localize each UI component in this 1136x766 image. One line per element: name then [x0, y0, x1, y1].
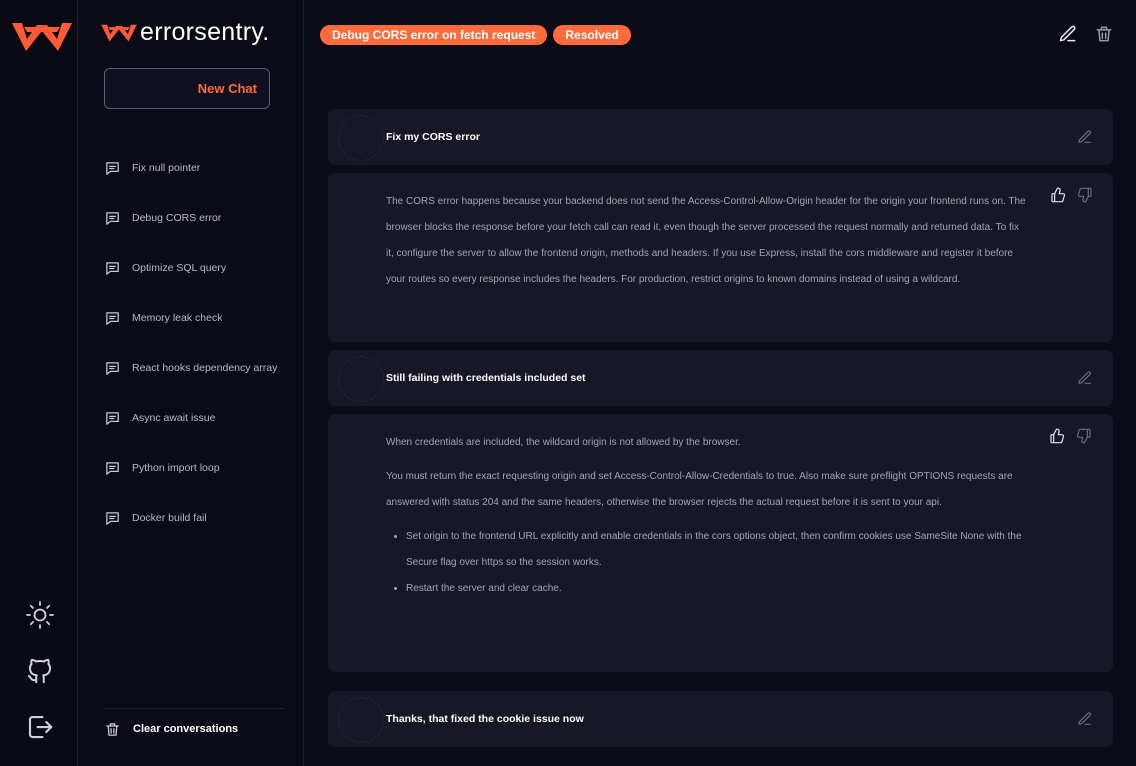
assistant-message-body: When credentials are included, the wildc…	[386, 430, 1029, 602]
new-chat-label: New Chat	[197, 81, 257, 96]
edit-message-icon[interactable]	[1077, 370, 1093, 386]
edit-title-icon[interactable]	[1058, 24, 1078, 44]
clear-conversations-button[interactable]: Clear conversations	[104, 708, 284, 749]
chat-history-item[interactable]: Memory leak check	[104, 293, 294, 343]
chat-bubble-icon	[106, 461, 119, 475]
chat-bubble-icon	[106, 261, 119, 275]
chat-history-item[interactable]: Async await issue	[104, 393, 294, 443]
assistant-bullet-list: Set origin to the frontend URL explicitl…	[386, 524, 1029, 602]
assistant-paragraph: The CORS error happens because your back…	[386, 196, 1026, 285]
chat-history-label: Optimize SQL query	[132, 262, 227, 274]
chat-header: Debug CORS error on fetch request Resolv…	[304, 0, 1136, 70]
chat-history-label: React hooks dependency array	[132, 362, 278, 374]
github-link-button[interactable]	[23, 654, 57, 688]
delete-chat-icon[interactable]	[1094, 24, 1114, 44]
user-message-text: Fix my CORS error	[386, 131, 480, 143]
chat-bubble-icon	[106, 361, 119, 375]
chat-history-item[interactable]: Fix null pointer	[104, 143, 294, 193]
user-message: Thanks, that fixed the cookie issue now	[328, 691, 1113, 747]
brand-logo-icon	[101, 24, 137, 41]
chat-history-label: Fix null pointer	[132, 162, 201, 174]
github-icon	[27, 658, 51, 684]
thumbs-up-icon[interactable]	[1050, 187, 1066, 203]
chat-bubble-icon	[106, 161, 119, 175]
assistant-message-body: The CORS error happens because your back…	[386, 189, 1029, 301]
theme-toggle-button[interactable]	[23, 598, 57, 632]
assistant-paragraph: When credentials are included, the wildc…	[386, 437, 741, 448]
chat-history-list: Fix null pointer Debug CORS error Optimize…	[104, 143, 294, 543]
chat-history-label: Debug CORS error	[132, 212, 222, 224]
user-message-text: Thanks, that fixed the cookie issue now	[386, 713, 584, 725]
sun-icon	[26, 601, 54, 629]
assistant-paragraph: You must return the exact requesting ori…	[386, 471, 1013, 508]
trash-icon	[106, 722, 119, 736]
chat-bubble-icon	[106, 211, 119, 225]
chat-history-item[interactable]: React hooks dependency array	[104, 343, 294, 393]
brand: errorsentry.	[100, 18, 270, 47]
left-rail	[0, 0, 78, 766]
chat-history-label: Async await issue	[132, 412, 216, 424]
thumbs-down-icon[interactable]	[1077, 187, 1093, 203]
user-avatar	[338, 356, 384, 402]
thumbs-down-icon[interactable]	[1076, 428, 1092, 444]
chat-history-label: Python import loop	[132, 462, 220, 474]
new-chat-button[interactable]: New Chat	[104, 68, 270, 109]
edit-message-icon[interactable]	[1077, 129, 1093, 145]
brand-name: errorsentry.	[140, 18, 270, 46]
chat-bubble-icon	[106, 311, 119, 325]
assistant-message: When credentials are included, the wildc…	[328, 414, 1113, 672]
user-message: Still failing with credentials included …	[328, 350, 1113, 406]
chat-title: Debug CORS error on fetch request	[320, 25, 548, 45]
user-avatar	[338, 115, 384, 161]
chat-bubble-icon	[106, 511, 119, 525]
chat-history-label: Memory leak check	[132, 312, 223, 324]
chat-history-item[interactable]: Debug CORS error	[104, 193, 294, 243]
status-badge: Resolved	[553, 25, 631, 45]
list-item: Set origin to the frontend URL explicitl…	[406, 524, 1029, 576]
edit-message-icon[interactable]	[1077, 711, 1093, 727]
user-message-text: Still failing with credentials included …	[386, 372, 586, 384]
assistant-message: The CORS error happens because your back…	[328, 173, 1113, 342]
thumbs-up-icon[interactable]	[1049, 428, 1065, 444]
list-item: Restart the server and clear cache.	[406, 576, 1029, 602]
logout-icon	[28, 715, 53, 739]
chat-title-area: Debug CORS error on fetch request Resolv…	[320, 25, 631, 45]
chat-history-item[interactable]: Optimize SQL query	[104, 243, 294, 293]
chat-history-item[interactable]: Python import loop	[104, 443, 294, 493]
chat-history-label: Docker build fail	[132, 512, 207, 524]
chat-bubble-icon	[106, 411, 119, 425]
chat-history-item[interactable]: Docker build fail	[104, 493, 294, 543]
user-avatar	[338, 697, 384, 743]
logout-button[interactable]	[23, 710, 57, 744]
logo-icon	[12, 23, 72, 51]
user-message: Fix my CORS error	[328, 109, 1113, 165]
clear-conversations-label: Clear conversations	[133, 723, 239, 735]
sidebar: errorsentry. New Chat Fix null pointer De…	[78, 0, 304, 766]
